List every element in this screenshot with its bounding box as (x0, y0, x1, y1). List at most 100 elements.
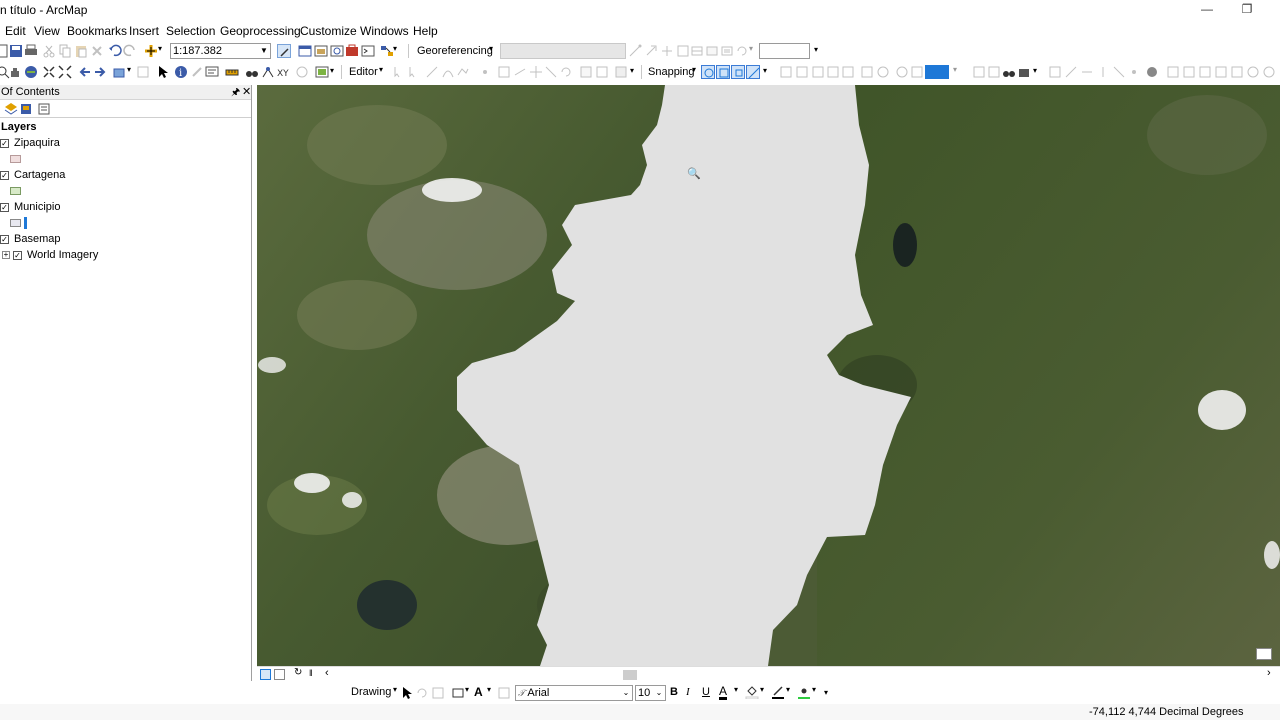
measure-icon[interactable] (225, 65, 239, 79)
html-popup-icon[interactable] (205, 65, 219, 79)
paste-icon[interactable] (74, 44, 88, 58)
edit-vertices-icon[interactable] (497, 686, 511, 700)
select-elements-icon[interactable] (156, 65, 170, 79)
map-display[interactable]: 🔍 (257, 85, 1280, 666)
editor-dropdown-icon[interactable]: ▾ (379, 65, 383, 74)
traverse-icon[interactable] (1080, 65, 1094, 79)
flicker-icon[interactable] (987, 65, 1001, 79)
editor-toolbar-toggle-icon[interactable] (277, 44, 291, 58)
redo-icon[interactable] (123, 44, 137, 58)
zoom-to-selected-icon[interactable] (431, 686, 445, 700)
contrast-icon[interactable] (876, 65, 890, 79)
georeferencing-dropdown-icon[interactable]: ▾ (489, 44, 493, 53)
toolbar-options-icon[interactable]: ▾ (330, 66, 334, 75)
list-by-source-icon[interactable] (19, 102, 33, 116)
spatial-adjust-icon[interactable] (795, 65, 809, 79)
pan-icon[interactable] (8, 65, 22, 79)
list-by-drawing-order-icon[interactable] (4, 102, 18, 116)
rotate-tool-icon[interactable] (735, 44, 749, 58)
boundary-icon[interactable] (1214, 65, 1228, 79)
scale-combo[interactable]: 1:187.382 ▼ (170, 43, 271, 59)
edge-match-icon[interactable] (811, 65, 825, 79)
snapping-menu[interactable]: Snapping (648, 66, 695, 78)
print-icon[interactable] (24, 44, 38, 58)
close-icon[interactable]: ✕ (242, 85, 251, 100)
effects-layer-icon[interactable] (860, 65, 874, 79)
rotate-edit-icon[interactable] (559, 65, 573, 79)
view-link-table-icon[interactable] (705, 44, 719, 58)
toolbar-options-icon[interactable]: ▾ (763, 66, 767, 75)
settings-icon[interactable] (1262, 65, 1276, 79)
chevron-down-icon[interactable]: ⌄ (654, 686, 664, 700)
split-icon[interactable] (544, 65, 558, 79)
point-icon[interactable] (478, 65, 492, 79)
scroll-right-icon[interactable]: › (1267, 667, 1271, 679)
add-data-icon[interactable] (144, 44, 158, 58)
shift-icon[interactable] (660, 44, 674, 58)
proportion-icon[interactable] (1096, 65, 1110, 79)
reshape-icon[interactable] (513, 65, 527, 79)
vertex-snapping-icon[interactable] (731, 65, 745, 79)
chevron-down-icon[interactable]: ▾ (465, 685, 469, 694)
globe-icon[interactable] (1145, 65, 1159, 79)
menu-edit[interactable]: Edit (5, 24, 26, 38)
mosaic-icon[interactable] (1166, 65, 1180, 79)
end-point-arc-icon[interactable] (441, 65, 455, 79)
fixed-zoom-in-icon[interactable] (42, 65, 56, 79)
hyperlink-icon[interactable] (190, 65, 204, 79)
seamline-icon[interactable] (1182, 65, 1196, 79)
toolbar-options-icon[interactable]: ▾ (1033, 66, 1037, 75)
menu-help[interactable]: Help (413, 24, 438, 38)
transparency-icon[interactable] (910, 65, 924, 79)
select-elements-icon[interactable] (400, 686, 414, 700)
menu-selection[interactable]: Selection (166, 24, 215, 38)
chevron-down-icon[interactable]: ▾ (749, 44, 753, 53)
rubbersheet-icon[interactable] (826, 65, 840, 79)
attributes-icon[interactable] (579, 65, 593, 79)
copy-icon[interactable] (58, 44, 72, 58)
restore-icon[interactable]: ❐ (1238, 2, 1256, 18)
add-data-dropdown-icon[interactable]: ▾ (158, 44, 162, 53)
drawing-menu[interactable]: Drawing (351, 686, 391, 698)
drawing-dropdown-icon[interactable]: ▾ (393, 685, 397, 694)
refresh-view-icon[interactable]: ↻ (294, 667, 302, 678)
menu-geoprocessing[interactable]: Geoprocessing (220, 24, 301, 38)
end-snapping-icon[interactable] (716, 65, 730, 79)
search-window-icon[interactable] (330, 44, 344, 58)
fixed-zoom-out-icon[interactable] (58, 65, 72, 79)
cogo-icon[interactable] (1064, 65, 1078, 79)
toolbar-options-icon[interactable]: ▾ (824, 688, 828, 697)
chevron-down-icon[interactable]: ▾ (393, 44, 397, 53)
find-icon[interactable] (245, 65, 259, 79)
layer-basemap[interactable]: ✓ Basemap (0, 231, 250, 247)
brightness-icon[interactable] (895, 65, 909, 79)
list-by-visibility-icon[interactable] (37, 102, 51, 116)
edge-snapping-icon[interactable] (746, 65, 760, 79)
scroll-left-icon[interactable]: ‹ (325, 667, 329, 679)
chevron-down-icon[interactable]: ▾ (760, 685, 764, 694)
zipaquira-symbol-swatch[interactable] (10, 155, 21, 163)
layer-visibility-checkbox[interactable]: ✓ (0, 171, 9, 180)
identify-icon[interactable]: i (174, 65, 188, 79)
expand-icon[interactable]: + (2, 251, 10, 259)
pause-drawing-icon[interactable]: ‖ (309, 668, 313, 678)
chevron-down-icon[interactable]: ▾ (786, 685, 790, 694)
straight-segment-icon[interactable] (425, 65, 439, 79)
sketch-properties-icon[interactable] (595, 65, 609, 79)
clear-selection-icon[interactable] (136, 65, 150, 79)
chevron-down-icon[interactable]: ▾ (734, 685, 738, 694)
toc-root-layers[interactable]: Layers (1, 119, 36, 135)
cartagena-symbol-swatch[interactable] (10, 187, 21, 195)
new-text-icon[interactable]: A (474, 685, 483, 699)
edit-vertices-icon[interactable] (497, 65, 511, 79)
refresh-icon[interactable] (1246, 65, 1260, 79)
footprint-icon[interactable] (1198, 65, 1212, 79)
geocode-icon[interactable] (1017, 65, 1031, 79)
menu-bookmarks[interactable]: Bookmarks (67, 24, 127, 38)
rectangle-icon[interactable] (451, 686, 465, 700)
menu-windows[interactable]: Windows (360, 24, 409, 38)
layer-zipaquira[interactable]: ✓ Zipaquira (0, 135, 250, 151)
editor-menu[interactable]: Editor (349, 66, 378, 78)
minimize-icon[interactable]: — (1198, 2, 1216, 18)
cut-icon[interactable] (42, 44, 56, 58)
